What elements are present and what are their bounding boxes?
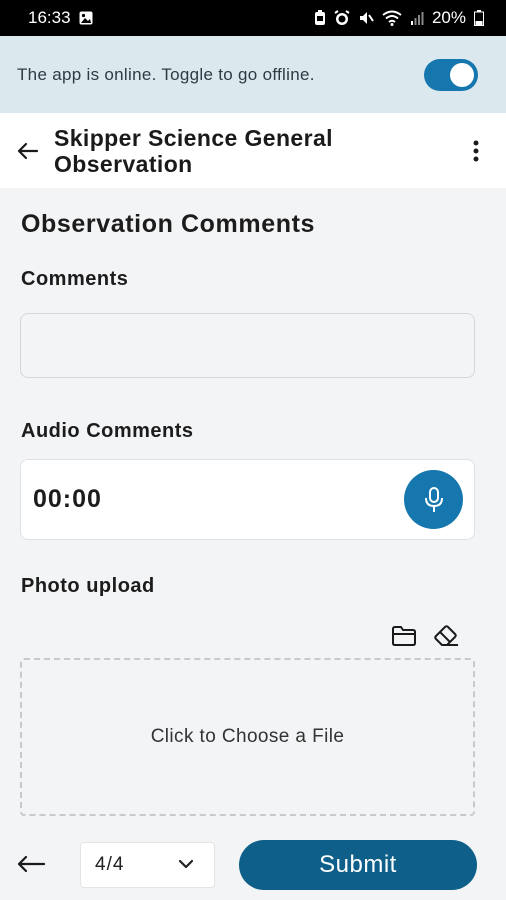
record-audio-button[interactable]	[404, 470, 463, 529]
photo-upload-label: Photo upload	[21, 575, 155, 597]
battery-percentage: 20%	[431, 8, 466, 27]
page-select[interactable]: 4/4	[80, 842, 215, 888]
form-content: Observation Comments Comments Audio Comm…	[0, 188, 506, 828]
toggle-knob	[450, 62, 474, 87]
app-bar: Skipper Science General Observation	[0, 113, 506, 188]
chevron-down-icon	[178, 856, 194, 874]
comments-label: Comments	[21, 268, 129, 290]
gallery-notification-icon	[79, 11, 93, 25]
data-saver-icon	[314, 10, 326, 26]
back-arrow-icon[interactable]	[14, 137, 42, 165]
comments-input[interactable]	[20, 313, 475, 378]
page-select-value: 4/4	[95, 854, 125, 875]
audio-recorder: 00:00	[20, 459, 475, 540]
microphone-icon	[424, 486, 443, 512]
footer-nav: 4/4 Submit	[0, 828, 506, 900]
alarm-icon	[334, 10, 350, 26]
eraser-icon[interactable]	[432, 622, 460, 650]
offline-toggle[interactable]	[424, 58, 478, 91]
dropzone-text: Click to Choose a File	[150, 726, 345, 747]
more-options-icon[interactable]	[464, 137, 488, 165]
section-title: Observation Comments	[21, 210, 316, 238]
previous-page-arrow-icon[interactable]	[14, 850, 48, 878]
online-status-banner: The app is online. Toggle to go offline.	[0, 36, 506, 113]
mute-icon	[358, 10, 374, 26]
audio-comments-label: Audio Comments	[21, 420, 194, 442]
status-bar: 16:33 20%	[0, 0, 506, 36]
upload-toolbar	[390, 622, 460, 650]
battery-icon	[474, 10, 484, 26]
online-status-message: The app is online. Toggle to go offline.	[17, 64, 315, 84]
status-time: 16:33	[28, 8, 71, 27]
file-dropzone[interactable]: Click to Choose a File	[20, 658, 475, 816]
wifi-icon	[382, 10, 402, 26]
submit-button[interactable]: Submit	[239, 840, 477, 890]
signal-icon	[410, 11, 424, 25]
page-title: Skipper Science General Observation	[54, 124, 333, 177]
folder-icon[interactable]	[390, 622, 418, 650]
audio-timer: 00:00	[33, 485, 102, 513]
